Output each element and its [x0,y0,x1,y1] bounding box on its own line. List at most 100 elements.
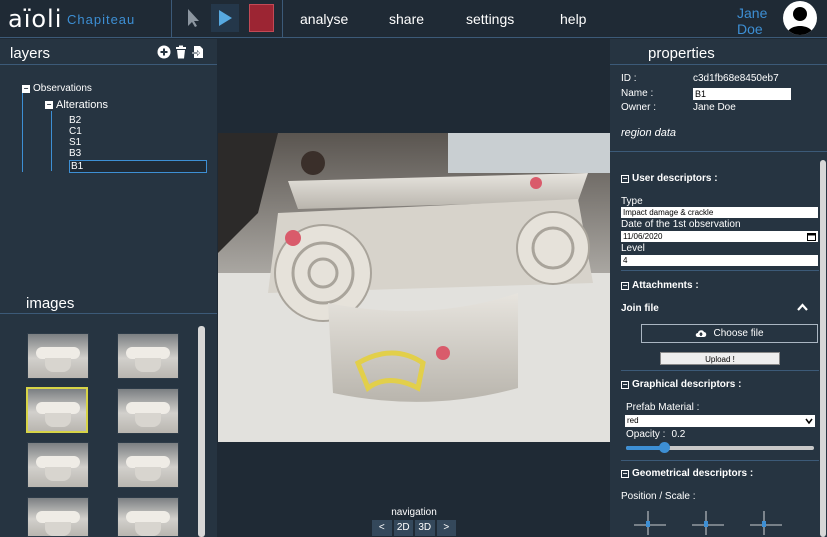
graphical-descriptors-header[interactable]: − Graphical descriptors : [621,379,741,390]
user-last-name: Doe [737,21,763,37]
layer-item-c1[interactable]: C1 [69,126,82,137]
images-scrollbar[interactable] [198,326,205,537]
opacity-value: 0.2 [671,429,686,440]
user-icon [787,7,813,35]
properties-scrollbar[interactable] [820,160,826,537]
image-thumbnail[interactable] [117,497,179,537]
axis-gizmo-y [692,511,724,535]
owner-label: Owner : [621,102,657,113]
menu-settings[interactable]: settings [466,11,514,27]
collapse-icon[interactable]: − [621,281,629,290]
choose-file-button[interactable]: Choose file [641,324,818,343]
project-name: Chapiteau [67,12,136,27]
nav-3d-button[interactable]: 3D [415,520,435,536]
nav-prev-button[interactable]: < [372,520,392,536]
layer-item-b2[interactable]: B2 [69,115,81,126]
app-logo: aïoli [8,5,63,33]
layer-item-s1[interactable]: S1 [69,137,81,148]
type-input[interactable]: Impact damage & crackle [621,207,818,218]
column-capital-image [218,133,610,442]
image-thumbnail[interactable] [27,442,89,488]
image-thumbnail[interactable] [117,442,179,488]
layers-title: layers [10,45,51,62]
user-descriptors-header[interactable]: − User descriptors : [621,173,718,184]
menu-analyse[interactable]: analyse [300,11,348,27]
import-icon[interactable] [191,45,205,59]
menu-share[interactable]: share [389,11,424,27]
level-label: Level [621,243,645,254]
nav-next-button[interactable]: > [436,520,456,536]
cloud-upload-icon [696,330,707,337]
name-input[interactable]: B1 [693,88,791,100]
tree-line [51,111,52,171]
collapse-icon[interactable]: − [45,101,53,109]
opacity-slider[interactable] [626,442,814,453]
position-scale-label: Position / Scale : [621,491,696,502]
layer-item-b1[interactable]: B1 [69,160,207,173]
image-thumbnail[interactable] [27,333,89,379]
collapse-icon[interactable]: − [621,469,629,478]
axis-gizmo-z [750,511,782,535]
image-thumbnail[interactable] [27,497,89,537]
properties-title: properties [648,45,715,62]
divider [282,0,283,38]
name-label: Name : [621,88,654,99]
menu-help[interactable]: help [560,11,586,27]
image-thumbnail[interactable] [117,388,179,434]
add-layer-icon[interactable] [157,45,171,59]
avatar[interactable] [783,1,817,35]
calendar-icon[interactable] [807,232,816,241]
chevron-up-icon[interactable] [797,303,808,311]
id-label: ID : [621,73,637,84]
chevron-down-icon [805,418,813,425]
tree-item-observations[interactable]: − Observations [22,83,92,95]
divider [610,151,827,152]
section-label: Geometrical descriptors : [632,468,754,479]
opacity-row: Opacity : 0.2 [626,429,685,440]
opacity-slider-fill [626,446,664,450]
section-label: Attachments : [632,280,699,291]
axis-gizmo-x [634,511,666,535]
prefab-material-select[interactable]: red [625,415,815,427]
section-label: User descriptors : [632,173,718,184]
upload-button[interactable]: Upload ! [660,352,780,365]
section-label: Graphical descriptors : [632,379,742,390]
divider [171,0,172,38]
opacity-label: Opacity : [626,429,666,440]
opacity-slider-handle[interactable] [658,442,670,453]
collapse-icon[interactable]: − [621,380,629,389]
play-button[interactable] [211,4,239,32]
top-bar: aïoli Chapiteau analyse share settings h… [0,0,827,38]
type-label: Type [621,196,643,207]
navigation: navigation < 2D 3D > [372,507,456,536]
collapse-icon[interactable]: − [621,174,629,183]
tree-item-alterations[interactable]: − Alterations [45,99,108,111]
id-value: c3d1fb68e8450eb7 [693,73,779,84]
date-label: Date of the 1st observation [621,219,741,230]
nav-2d-button[interactable]: 2D [393,520,413,536]
attachments-header[interactable]: − Attachments : [621,280,699,291]
user-first-name: Jane [737,5,768,21]
tree-item-label: Observations [33,83,92,94]
layer-item-b3[interactable]: B3 [69,148,81,159]
geometrical-descriptors-header[interactable]: − Geometrical descriptors : [621,468,753,479]
trash-icon[interactable] [174,45,188,59]
capital-photo[interactable] [218,133,610,442]
choose-file-label: Choose file [713,327,764,339]
collapse-icon[interactable]: − [22,85,30,93]
tree-item-label: Alterations [56,99,108,111]
level-input[interactable]: 4 [621,255,818,266]
image-thumbnail[interactable] [117,333,179,379]
axis-gizmos[interactable] [628,505,798,537]
prefab-material-label: Prefab Material : [626,402,700,413]
record-button[interactable] [249,4,274,32]
layer-tools [157,45,205,59]
user-name[interactable]: Jane Doe [737,5,767,37]
cursor-icon [188,9,199,27]
images-title: images [26,295,75,312]
owner-value: Jane Doe [693,102,736,113]
select-tool[interactable] [180,4,208,32]
image-thumbnail-selected[interactable] [26,387,88,433]
play-icon [219,10,232,26]
date-input[interactable]: 11/06/2020 [621,231,818,242]
